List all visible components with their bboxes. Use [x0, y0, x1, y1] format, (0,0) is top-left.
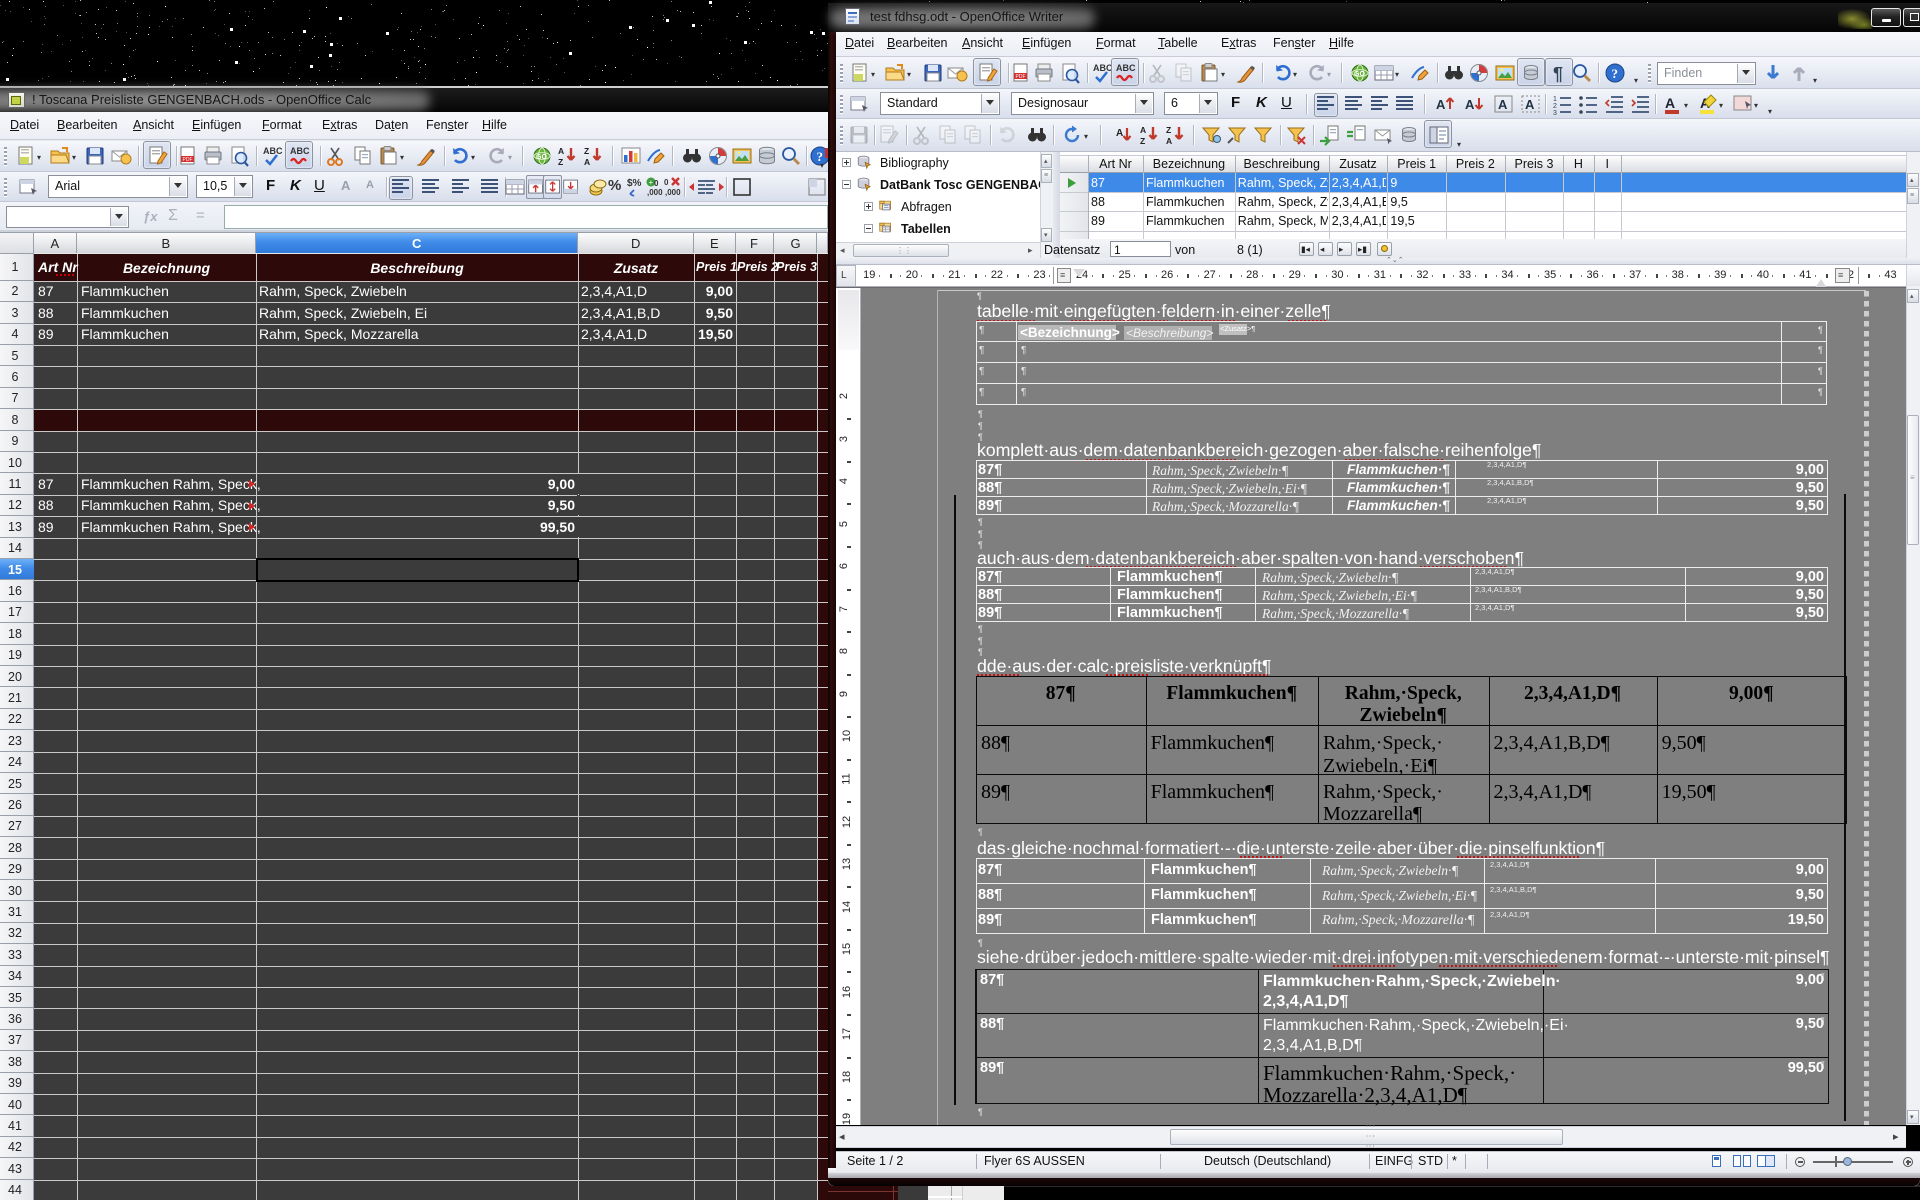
svg-text:Z: Z — [1166, 125, 1171, 135]
svg-text:,000: ,000 — [647, 188, 663, 197]
svg-text:ABC: ABC — [290, 146, 310, 156]
svg-text:A: A — [558, 146, 564, 156]
svg-text:ABC: ABC — [1093, 63, 1113, 73]
svg-text:$%: $% — [627, 178, 642, 189]
svg-text:PDF: PDF — [1016, 74, 1026, 80]
svg-text:ABC: ABC — [263, 146, 283, 156]
svg-text:¶: ¶ — [1553, 64, 1563, 84]
svg-text:Z: Z — [584, 146, 589, 156]
svg-text:+: + — [649, 178, 654, 187]
svg-text:A: A — [1116, 128, 1123, 139]
svg-text:Z: Z — [558, 157, 563, 167]
svg-text:A: A — [1465, 97, 1475, 112]
svg-text:0: 0 — [664, 178, 669, 187]
svg-text:?: ? — [1612, 66, 1619, 81]
svg-text:ABC: ABC — [1116, 63, 1136, 73]
svg-text:A: A — [1436, 97, 1446, 112]
svg-text:A: A — [1525, 97, 1535, 112]
svg-text:Z: Z — [1140, 136, 1145, 146]
svg-text:3: 3 — [1553, 110, 1557, 115]
svg-text:2: 2 — [1553, 103, 1557, 110]
svg-text:0: 0 — [654, 179, 659, 188]
svg-text:GO: GO — [536, 154, 547, 161]
svg-text:1: 1 — [1553, 96, 1557, 103]
svg-text:A: A — [1498, 97, 1508, 112]
svg-text:A: A — [1140, 125, 1146, 135]
svg-text:A: A — [1166, 136, 1172, 146]
svg-text:PDF: PDF — [183, 157, 193, 163]
svg-text:GO: GO — [1354, 71, 1365, 78]
svg-text:A: A — [1665, 95, 1675, 111]
svg-text:A: A — [584, 157, 590, 167]
svg-text:,000: ,000 — [665, 188, 681, 197]
